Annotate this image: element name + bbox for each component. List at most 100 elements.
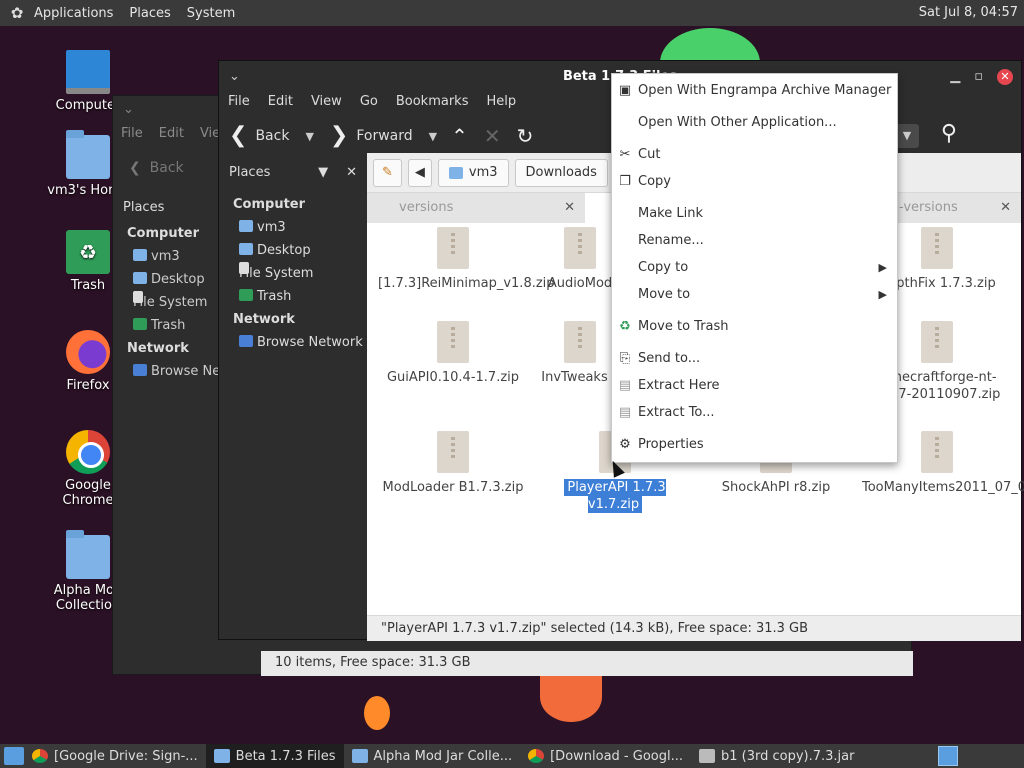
menu-item-label: Rename... [638,233,704,248]
menu-go[interactable]: Go [351,94,387,114]
menu-item-copy-to[interactable]: Copy to ▶ [612,257,897,279]
back-button[interactable]: ❮ Back [219,123,299,148]
status-bar: 10 items, Free space: 31.3 GB [261,651,913,676]
back-arrow-icon: ❮ [229,123,248,148]
menu-item-send-to[interactable]: ⎘ Send to... [612,348,897,370]
menu-item-extract-to[interactable]: ▤ Extract To... [612,402,897,424]
menu-item-label: Move to Trash [638,319,729,334]
menu-item-move-to-trash[interactable]: ♻ Move to Trash [612,316,897,338]
folder-icon [66,530,110,579]
forward-button[interactable]: ❯ Forward [320,125,423,147]
sidebar-item-label: Trash [257,289,292,304]
menu-item-label: Extract Here [638,378,720,393]
file-name: PlayerAPI 1.7.3 v1.7.zip [564,479,666,513]
chevron-down-icon[interactable]: ▼ [318,165,328,180]
window-menu-icon[interactable]: ⌄ [229,61,240,93]
scissors-icon: ✂ [619,147,631,162]
forward-history-dropdown[interactable]: ▼ [423,130,443,143]
up-arrow-icon[interactable]: ⌃ [443,124,476,148]
sidebar-item-desktop[interactable]: Desktop [219,239,367,262]
places-menu[interactable]: Places [121,6,178,21]
file-item[interactable]: AudioMod [540,227,620,292]
sidebar-item-label: Desktop [257,243,311,258]
chrome-icon [32,749,48,763]
tab-current[interactable] [585,193,611,223]
edit-location-button[interactable]: ✎ [373,158,402,187]
extract-icon: ▤ [618,405,632,420]
task-download[interactable]: [Download - Googl... [520,744,691,768]
reload-icon[interactable]: ↻ [509,124,542,148]
path-segment-vm3[interactable]: vm3 [437,158,509,187]
clock[interactable]: Sat Jul 8, 04:57 [919,5,1018,20]
path-segment-downloads[interactable]: Downloads [514,158,608,187]
menu-edit[interactable]: Edit [151,126,192,141]
show-desktop-icon[interactable] [4,747,24,765]
maximize-icon[interactable]: ▫ [974,61,983,93]
gnome-foot-icon[interactable]: ✿ [8,4,26,22]
menu-item-label: Copy to [638,260,689,275]
pencil-icon: ✎ [382,165,393,180]
menu-item-label: Open With Other Application... [638,115,837,130]
task-jar[interactable]: b1 (3rd copy).7.3.jar [691,744,862,768]
home-folder-icon [239,220,253,232]
stop-icon[interactable]: ✕ [476,124,509,148]
chevron-left-icon: ◀ [414,165,425,180]
applications-menu[interactable]: Applications [26,6,121,21]
task-google-drive[interactable]: [Google Drive: Sign-... [24,744,206,768]
menu-file[interactable]: File [113,126,151,141]
sidebar-item-file-system[interactable]: File System [219,262,367,285]
minimize-icon[interactable]: ▁ [950,61,960,93]
zip-file-icon [437,321,469,363]
menu-item-open-with-other[interactable]: Open With Other Application... [612,112,897,134]
path-scroll-left[interactable]: ◀ [407,158,432,187]
menu-help[interactable]: Help [477,94,525,114]
file-item[interactable]: GuiAPI0.10.4-1.7.zip [378,321,528,386]
workspace-switcher[interactable] [938,746,958,766]
sidebar-item-trash[interactable]: Trash [219,285,367,308]
menu-bookmarks[interactable]: Bookmarks [387,94,478,114]
back-history-dropdown[interactable]: ▼ [299,130,319,143]
menu-item-cut[interactable]: ✂ Cut [612,144,897,166]
menu-item-label: Make Link [638,206,703,221]
sidebar-item-vm3[interactable]: vm3 [219,216,367,239]
back-button[interactable]: ❮ Back [129,160,184,176]
desktop-folder-icon [239,243,253,255]
menu-file[interactable]: File [219,94,259,114]
menu-item-extract-here[interactable]: ▤ Extract Here [612,375,897,397]
search-icon[interactable]: ⚲ [941,121,957,146]
menu-item-move-to[interactable]: Move to ▶ [612,284,897,306]
sidebar-item-label: File System [239,266,314,281]
close-tab-icon[interactable]: ✕ [564,193,575,223]
zip-file-icon [921,431,953,473]
tab-minus-versions[interactable]: -versions ✕ [879,193,1021,223]
menu-item-rename[interactable]: Rename... [612,230,897,252]
taskbar: [Google Drive: Sign-... Beta 1.7.3 Files… [0,744,1024,768]
task-beta-files[interactable]: Beta 1.7.3 Files [205,744,344,768]
system-menu[interactable]: System [179,6,243,21]
close-sidebar-icon[interactable]: ✕ [346,165,357,180]
menu-item-copy[interactable]: ❐ Copy [612,171,897,193]
file-item[interactable]: InvTweaks z [540,321,620,386]
file-item[interactable]: [1.7.3]ReiMinimap_v1.8.zip [378,227,555,292]
sidebar-item-browse-network[interactable]: Browse Network [219,331,367,354]
trash-icon [133,318,147,330]
forward-label: Forward [356,128,413,144]
task-label: [Google Drive: Sign-... [54,748,198,764]
task-alpha-mod[interactable]: Alpha Mod Jar Colle... [344,744,521,768]
tab-versions[interactable]: versions ✕ [367,193,585,223]
send-icon: ⎘ [619,351,631,366]
close-tab-icon[interactable]: ✕ [1000,193,1011,223]
view-mode-dropdown[interactable]: ▼ [895,124,919,148]
close-icon[interactable]: ✕ [997,69,1013,85]
places-header[interactable]: Places ▼ ✕ [219,159,367,185]
menu-edit[interactable]: Edit [259,94,302,114]
task-label: Alpha Mod Jar Colle... [373,748,513,764]
menu-item-open-with-engrampa[interactable]: ▣ Open With Engrampa Archive Manager [612,80,897,102]
copy-icon: ❐ [619,174,631,189]
menu-item-properties[interactable]: ⚙ Properties [612,434,897,456]
menu-item-label: Send to... [638,351,701,366]
window-menu-icon[interactable]: ⌄ [123,102,134,117]
menu-item-make-link[interactable]: Make Link [612,203,897,225]
file-item[interactable]: ModLoader B1.7.3.zip [378,431,528,496]
menu-view[interactable]: View [302,94,351,114]
